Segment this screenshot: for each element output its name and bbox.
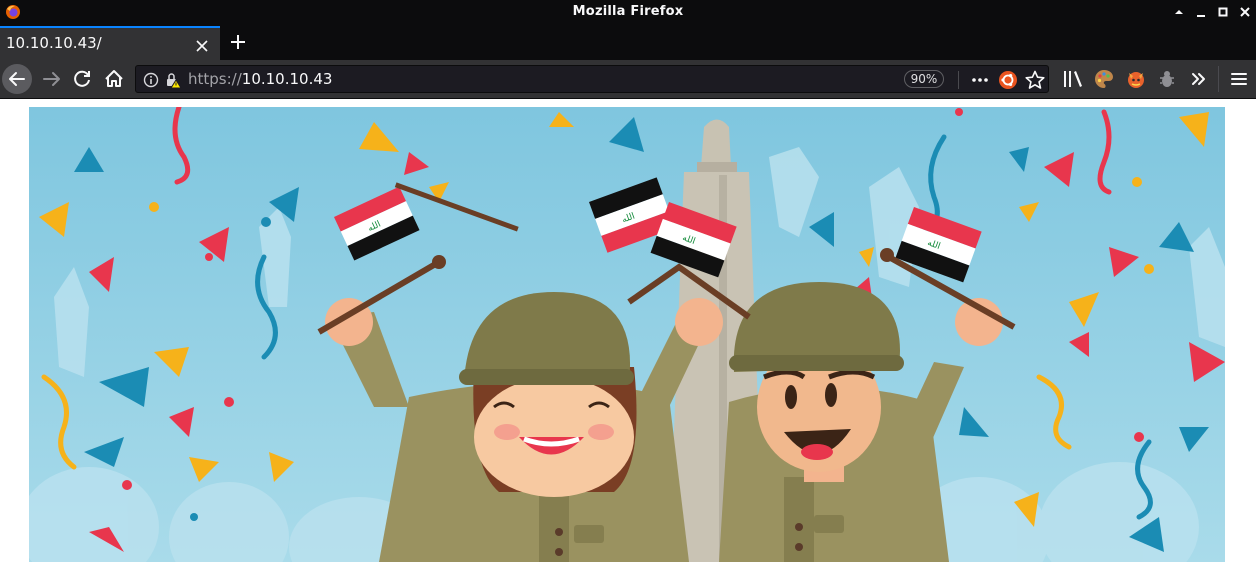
insecure-lock-icon[interactable] (164, 71, 182, 89)
tab-strip: 10.10.10.43/ (0, 24, 1256, 60)
url-host: 10.10.10.43 (241, 70, 333, 88)
reload-button[interactable] (68, 65, 96, 93)
tab-active[interactable]: 10.10.10.43/ (0, 26, 220, 60)
celebration-illustration: الله الله الله الله (29, 107, 1225, 562)
back-button[interactable] (2, 64, 32, 94)
reload-icon (74, 70, 90, 87)
ellipsis-icon[interactable] (968, 71, 992, 89)
minimize-button[interactable] (1190, 2, 1212, 22)
close-tab-icon[interactable] (195, 38, 209, 52)
ubuntu-icon[interactable] (998, 70, 1018, 90)
forward-arrow-icon (43, 72, 60, 86)
window-shade-icon[interactable] (1168, 2, 1190, 22)
window-titlebar: Mozilla Firefox (0, 0, 1256, 24)
window-title: Mozilla Firefox (572, 4, 684, 19)
home-icon (105, 70, 123, 87)
forward-button[interactable] (38, 65, 66, 93)
close-window-button[interactable] (1234, 2, 1256, 22)
url-protocol: https:// (188, 70, 242, 88)
overflow-chevron-icon[interactable] (1186, 66, 1212, 92)
fox-extension-icon[interactable] (1123, 66, 1149, 92)
back-arrow-icon (9, 72, 25, 86)
new-tab-button[interactable] (228, 32, 248, 52)
home-button[interactable] (100, 65, 128, 93)
url-text[interactable]: https://10.10.10.43 (188, 70, 332, 88)
page-viewport: الله الله الله الله (0, 99, 1256, 576)
maximize-button[interactable] (1212, 2, 1234, 22)
tab-title: 10.10.10.43/ (6, 34, 102, 52)
library-icon[interactable] (1060, 66, 1086, 92)
hamburger-menu-icon[interactable] (1226, 66, 1252, 92)
url-divider (958, 71, 959, 89)
bug-extension-icon[interactable] (1154, 66, 1180, 92)
hero-image: الله الله الله الله (29, 107, 1225, 562)
star-icon[interactable] (1024, 69, 1046, 91)
url-bar[interactable]: https://10.10.10.43 90% (135, 65, 1049, 93)
palette-extension-icon[interactable] (1091, 66, 1117, 92)
toolbar-divider (1218, 66, 1219, 92)
zoom-level-badge[interactable]: 90% (904, 70, 944, 88)
info-icon[interactable] (143, 72, 159, 88)
